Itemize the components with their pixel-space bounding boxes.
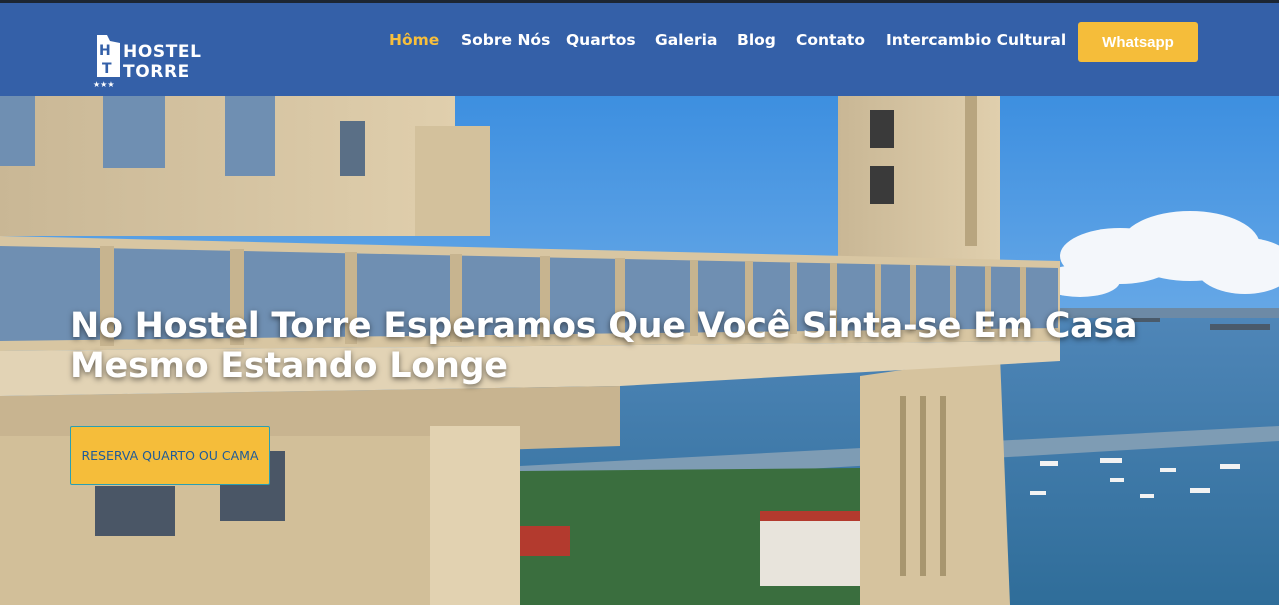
svg-text:★★★: ★★★ xyxy=(93,80,115,89)
red-roof xyxy=(520,526,570,556)
reserve-room-button[interactable]: RESERVA QUARTO OU CAMA xyxy=(70,426,270,485)
svg-text:H: H xyxy=(99,43,111,59)
whatsapp-button[interactable]: Whatsapp xyxy=(1078,22,1198,62)
logo-wordmark: HOSTEL TORRE xyxy=(123,42,202,82)
hero-section: No Hostel Torre Esperamos Que Você Sinta… xyxy=(0,96,1279,605)
hero-title-line-2: Mesmo Estando Longe xyxy=(70,346,508,386)
site-header: H T ★★★ HOSTEL TORRE Hôme Sobre Nós Quar… xyxy=(0,3,1279,98)
ht-monogram-icon: H T ★★★ xyxy=(93,35,120,89)
nav-quartos[interactable]: Quartos xyxy=(566,31,636,49)
hostel-torre-logo[interactable]: H T ★★★ HOSTEL TORRE xyxy=(93,33,213,89)
svg-text:T: T xyxy=(102,61,112,77)
nav-home[interactable]: Hôme xyxy=(389,31,439,49)
logo-line-torre: TORRE xyxy=(123,62,190,82)
nav-contato[interactable]: Contato xyxy=(796,31,865,49)
white-building xyxy=(760,516,870,586)
nav-intercambio-cultural[interactable]: Intercambio Cultural xyxy=(886,31,1066,49)
nav-galeria[interactable]: Galeria xyxy=(655,31,717,49)
nav-sobre-nos[interactable]: Sobre Nós xyxy=(461,31,550,49)
logo-line-hostel: HOSTEL xyxy=(123,42,202,62)
nav-blog[interactable]: Blog xyxy=(737,31,776,49)
hero-title-line-1: No Hostel Torre Esperamos Que Você Sinta… xyxy=(70,306,1138,346)
hero-title: No Hostel Torre Esperamos Que Você Sinta… xyxy=(70,306,1150,386)
